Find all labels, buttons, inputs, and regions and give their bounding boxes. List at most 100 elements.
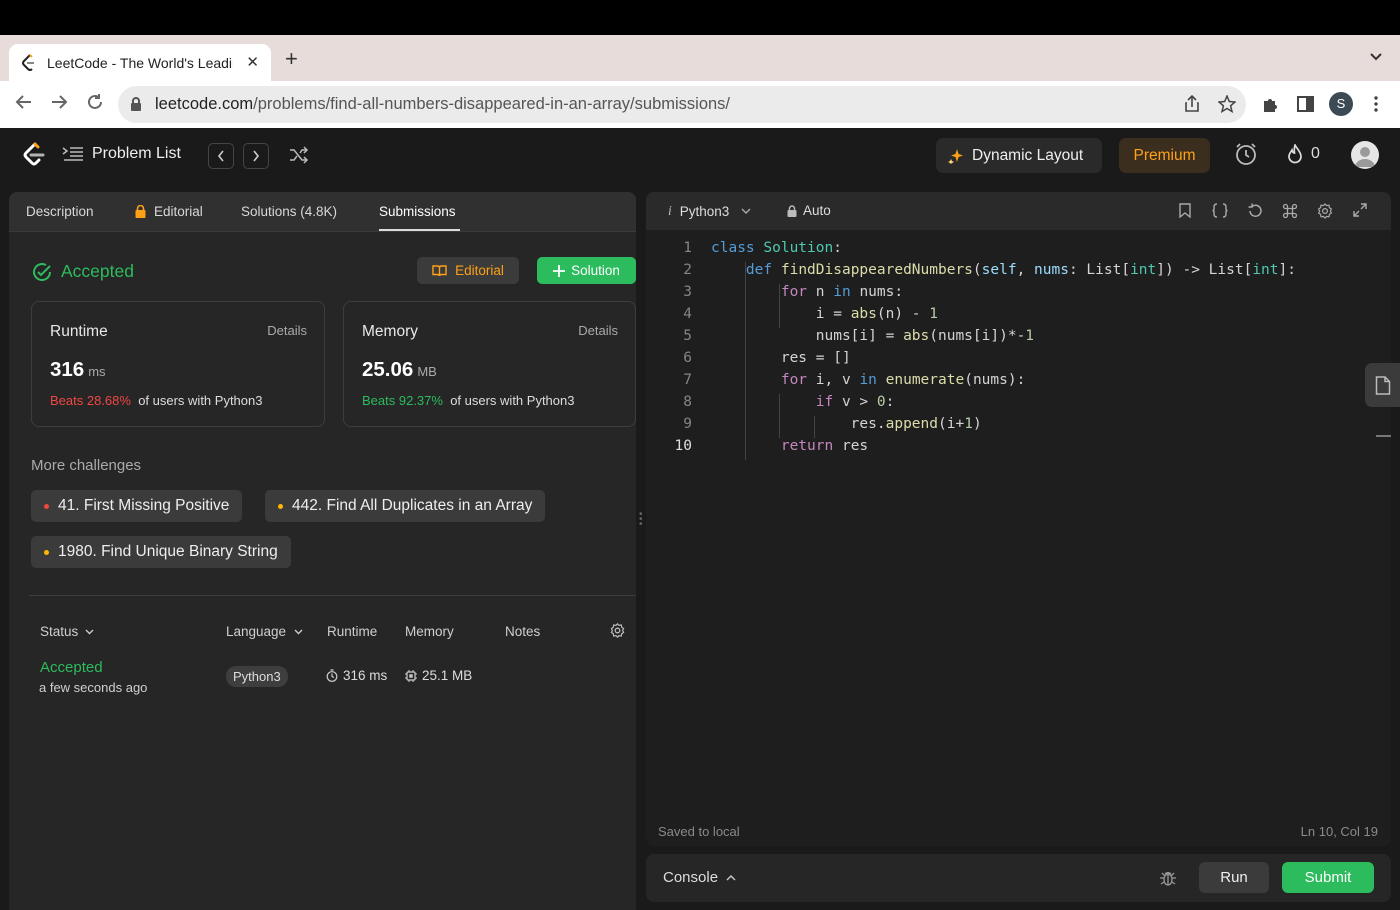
line-number: 6: [683, 350, 692, 366]
tab-close-icon[interactable]: ✕: [246, 53, 259, 71]
settings-gear-icon[interactable]: [1317, 203, 1333, 219]
difficulty-dot: [44, 549, 49, 555]
console-label: Console: [663, 869, 719, 886]
next-problem-button[interactable]: [243, 143, 269, 169]
code-line: class Solution:: [711, 240, 842, 256]
book-icon: [432, 264, 447, 276]
memory-column-header: Memory: [405, 624, 454, 639]
sparkle-icon: [948, 148, 963, 164]
language-label: Python3: [679, 203, 730, 219]
challenge-label: 1980. Find Unique Binary String: [58, 543, 278, 560]
extensions-icon[interactable]: [1262, 96, 1279, 113]
command-icon[interactable]: [1282, 203, 1298, 219]
runtime-beats: Beats 28.68%: [50, 393, 131, 408]
bug-icon[interactable]: [1159, 869, 1177, 887]
line-number: 4: [683, 306, 692, 322]
alarm-clock-icon[interactable]: [1234, 142, 1258, 166]
tab-editorial[interactable]: Editorial: [135, 204, 203, 219]
challenge-chip[interactable]: 1980. Find Unique Binary String: [31, 536, 291, 568]
chip-icon: [405, 669, 417, 682]
more-challenges-title: More challenges: [31, 457, 142, 474]
scrollbar-marker[interactable]: [1376, 435, 1391, 437]
chevron-down-icon: [741, 208, 751, 214]
panel-tabs: Description Editorial Solutions (4.8K) S…: [9, 192, 636, 232]
submission-panel: Description Editorial Solutions (4.8K) S…: [9, 192, 636, 910]
side-panel-icon[interactable]: [1297, 96, 1314, 112]
runtime-cell-value: 316 ms: [343, 668, 388, 683]
runtime-details-link[interactable]: Details: [267, 323, 307, 338]
console-toggle[interactable]: Console: [663, 869, 736, 886]
memory-value-row: 25.06 MB: [362, 358, 437, 382]
url-text: leetcode.com/problems/find-all-numbers-d…: [155, 95, 730, 114]
language-header-label: Language: [226, 624, 287, 639]
leetcode-navbar: Problem List Dynamic Layout Premium 0: [0, 128, 1400, 182]
memory-beats-suffix: of users with Python3: [450, 393, 575, 408]
premium-button[interactable]: Premium: [1119, 138, 1210, 173]
runtime-card[interactable]: Runtime Details 316 ms Beats 28.68% of us…: [31, 301, 325, 427]
reload-icon[interactable]: [86, 93, 104, 111]
editorial-button[interactable]: Editorial: [417, 257, 519, 284]
tab-description[interactable]: Description: [26, 204, 94, 219]
browser-tab[interactable]: LeetCode - The World's Leading ✕: [9, 44, 271, 81]
status-column-header[interactable]: Status: [40, 624, 94, 639]
accepted-header: Accepted: [32, 261, 134, 282]
share-icon[interactable]: [1184, 95, 1200, 113]
line-number: 8: [683, 394, 692, 410]
profile-avatar[interactable]: S: [1329, 92, 1353, 116]
streak-counter[interactable]: 0: [1287, 144, 1320, 164]
chevron-down-icon[interactable]: [1370, 53, 1382, 61]
difficulty-dot: [278, 503, 283, 509]
leetcode-favicon-icon: [22, 53, 34, 71]
runtime-beats-row: Beats 28.68% of users with Python3: [50, 393, 262, 408]
browser-menu-icon[interactable]: [1374, 96, 1378, 112]
forward-arrow-icon[interactable]: [50, 93, 68, 111]
submission-time: a few seconds ago: [39, 680, 148, 695]
tab-submissions[interactable]: Submissions: [379, 204, 456, 219]
new-tab-icon[interactable]: +: [285, 48, 298, 70]
address-bar[interactable]: leetcode.com/problems/find-all-numbers-d…: [118, 86, 1246, 123]
runtime-unit: ms: [88, 364, 106, 379]
solution-button-label: Solution: [571, 263, 620, 278]
language-selector[interactable]: i Python3: [668, 203, 751, 219]
submit-button[interactable]: Submit: [1282, 862, 1374, 893]
auto-mode-toggle[interactable]: Auto: [787, 203, 831, 218]
reset-icon[interactable]: [1247, 203, 1263, 219]
leetcode-logo-icon[interactable]: [22, 142, 46, 168]
memory-details-link[interactable]: Details: [578, 323, 618, 338]
challenge-chip[interactable]: 41. First Missing Positive: [31, 490, 243, 522]
challenge-chip[interactable]: 442. Find All Duplicates in an Array: [265, 490, 546, 522]
braces-icon[interactable]: [1212, 203, 1228, 218]
panel-resize-handle[interactable]: • • •: [639, 510, 643, 530]
bookmark-icon[interactable]: [1179, 203, 1191, 218]
memory-unit: MB: [417, 364, 437, 379]
problem-list-link[interactable]: Problem List: [62, 145, 181, 163]
memory-card[interactable]: Memory Details 25.06 MB Beats 92.37% of u…: [343, 301, 636, 427]
back-arrow-icon[interactable]: [15, 93, 33, 111]
line-number: 5: [683, 328, 692, 344]
memory-label: Memory: [362, 323, 418, 340]
prev-problem-button[interactable]: [208, 143, 234, 169]
bookmark-star-icon[interactable]: [1218, 95, 1236, 113]
line-number: 1: [683, 240, 692, 256]
memory-value: 25.06: [362, 358, 414, 381]
runtime-cell: 316 ms: [326, 668, 387, 683]
plus-icon: [553, 264, 566, 277]
status-header-label: Status: [40, 624, 79, 639]
user-avatar[interactable]: [1351, 141, 1379, 169]
notes-side-tab[interactable]: [1365, 363, 1400, 407]
expand-icon[interactable]: [1353, 203, 1367, 217]
streak-count: 0: [1311, 145, 1320, 162]
lock-icon: [787, 204, 797, 217]
runtime-value-row: 316 ms: [50, 358, 106, 382]
run-button[interactable]: Run: [1199, 862, 1269, 893]
shuffle-icon[interactable]: [289, 146, 309, 164]
line-number: 7: [683, 372, 692, 388]
code-line: res.append(i+1): [711, 416, 982, 432]
tab-solutions[interactable]: Solutions (4.8K): [241, 204, 337, 219]
language-column-header[interactable]: Language: [226, 624, 303, 639]
dynamic-layout-button[interactable]: Dynamic Layout: [936, 138, 1102, 173]
add-solution-button[interactable]: Solution: [537, 257, 636, 284]
lock-icon: [135, 205, 146, 218]
submission-status[interactable]: Accepted: [40, 659, 103, 676]
gear-icon[interactable]: [610, 623, 625, 638]
